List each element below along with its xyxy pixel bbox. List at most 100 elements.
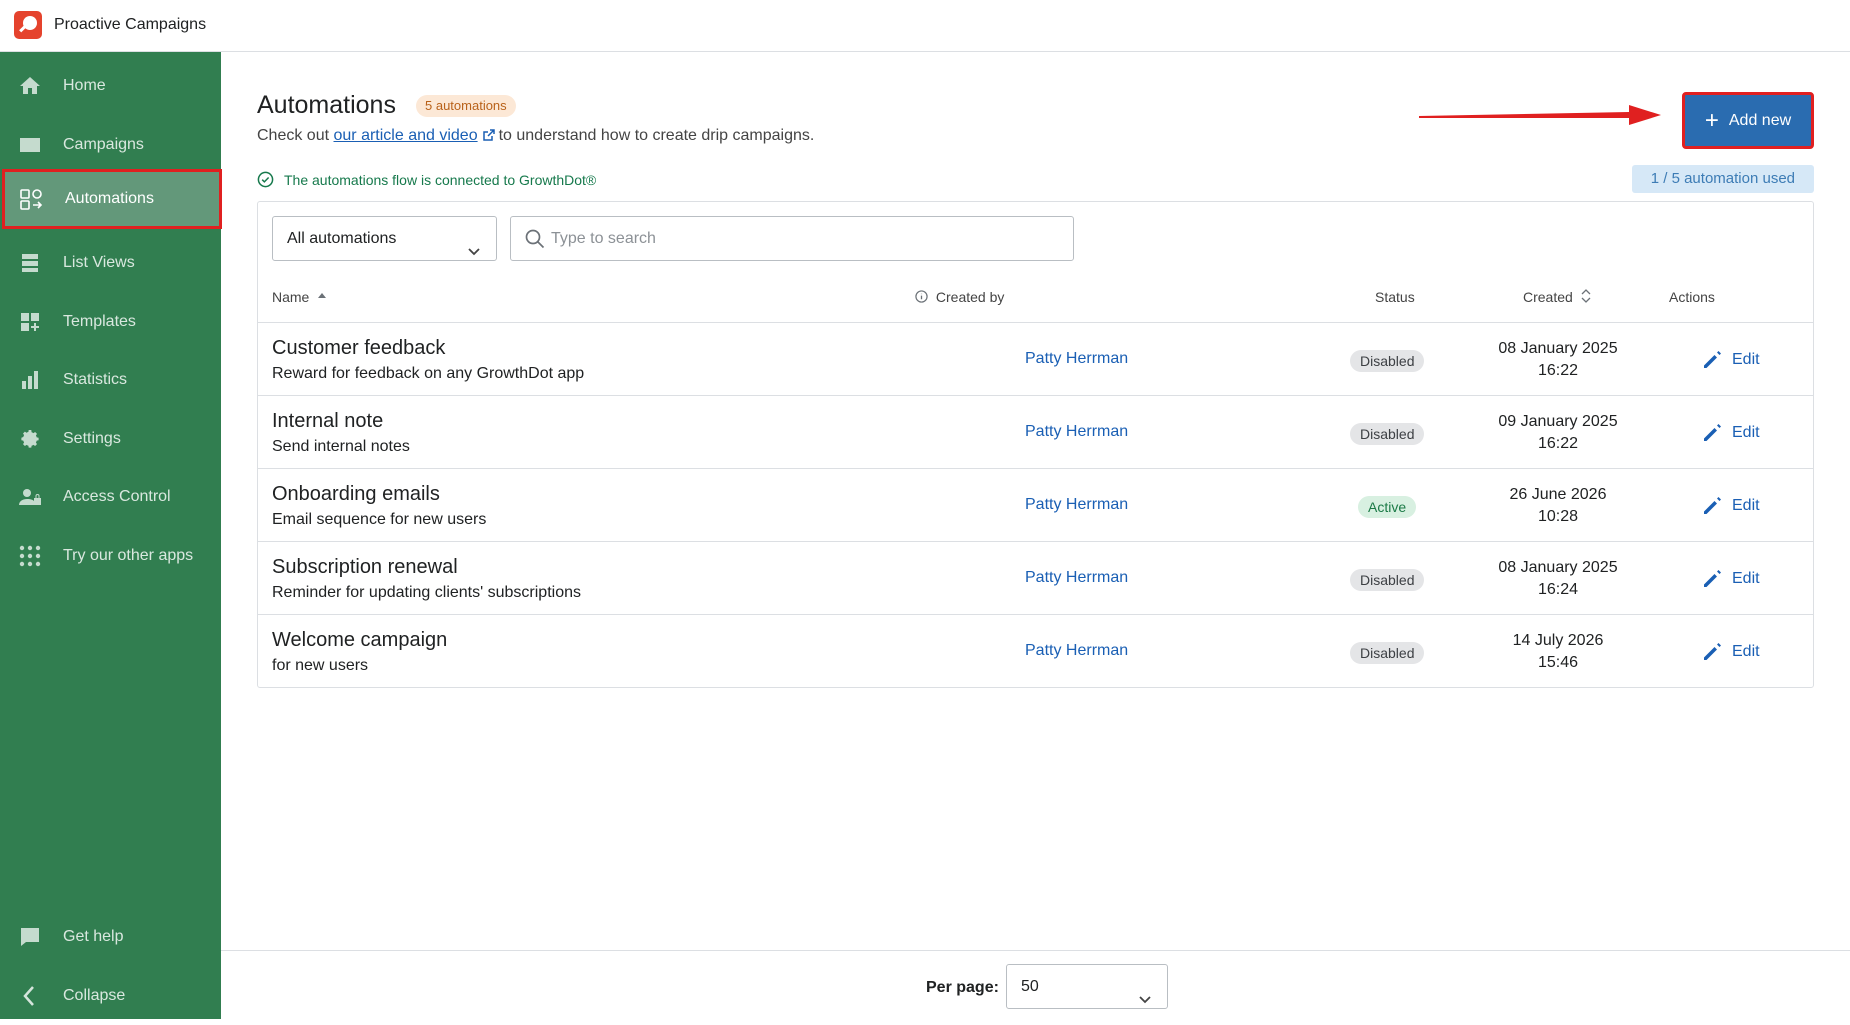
sidebar-item-templates[interactable]: Templates — [0, 293, 221, 351]
table-row[interactable]: Customer feedback Reward for feedback on… — [258, 323, 1813, 396]
apps-grid-icon — [18, 544, 42, 568]
automation-icon — [19, 187, 43, 211]
created-date-day: 14 July 2026 — [1512, 632, 1604, 649]
automation-description: Reward for feedback on any GrowthDot app — [272, 365, 585, 382]
sidebar-item-campaigns[interactable]: Campaigns — [0, 116, 221, 174]
table-row[interactable]: Onboarding emails Email sequence for new… — [258, 469, 1813, 542]
check-circle-icon — [257, 171, 274, 188]
sidebar-item-get-help[interactable]: Get help — [0, 908, 221, 966]
table-row[interactable]: Welcome campaign for new users Patty Her… — [258, 615, 1813, 688]
pencil-icon — [1704, 570, 1721, 587]
status-badge: Disabled — [1350, 642, 1425, 664]
pointer-arrow-icon — [1419, 105, 1661, 125]
sort-asc-icon — [318, 293, 327, 298]
status-badge: Disabled — [1350, 423, 1425, 445]
automation-description: Reminder for updating clients' subscript… — [272, 584, 581, 601]
plus-icon: + — [1704, 106, 1719, 134]
add-new-button[interactable]: + Add new — [1682, 92, 1814, 149]
column-name-label: Name — [272, 289, 310, 305]
created-date-time: 10:28 — [1537, 508, 1579, 525]
sidebar-item-list-views[interactable]: List Views — [0, 234, 221, 292]
sidebar-item-access-control[interactable]: Access Control — [0, 468, 221, 526]
automation-count-badge: 5 automations — [416, 95, 516, 117]
page-subtitle: Check out our article and video to unders… — [257, 127, 814, 145]
edit-label: Edit — [1732, 497, 1760, 514]
column-header-actions: Actions — [1669, 289, 1715, 305]
usage-badge: 1 / 5 automation used — [1631, 165, 1814, 193]
status-badge: Disabled — [1350, 569, 1425, 591]
sidebar: Home Campaigns Automations List Views Te… — [0, 52, 222, 1019]
created-date: 08 January 2025 16:22 — [1498, 338, 1618, 382]
sidebar-item-label: Statistics — [63, 371, 128, 388]
sidebar-item-automations[interactable]: Automations — [2, 169, 222, 229]
connection-status-text: The automations flow is connected to Gro… — [284, 171, 597, 188]
sidebar-item-settings[interactable]: Settings — [0, 410, 221, 468]
automation-name[interactable]: Onboarding emails — [272, 483, 440, 506]
sidebar-item-statistics[interactable]: Statistics — [0, 351, 221, 409]
automation-name[interactable]: Welcome campaign — [272, 629, 447, 652]
main-content: Automations 5 automations Check out our … — [221, 52, 1850, 950]
table-row[interactable]: Subscription renewal Reminder for updati… — [258, 542, 1813, 615]
add-new-label: Add new — [1728, 111, 1792, 129]
created-date-day: 08 January 2025 — [1498, 559, 1618, 576]
chat-icon — [18, 925, 42, 949]
sidebar-item-label: Campaigns — [63, 136, 144, 153]
edit-button[interactable]: Edit — [1702, 496, 1760, 516]
chevron-left-icon — [18, 984, 42, 1008]
automations-table-card: All automations Name Created by Status C… — [257, 201, 1814, 688]
sidebar-item-label: Try our other apps — [63, 547, 194, 564]
app-logo-icon — [14, 11, 42, 39]
column-header-status: Status — [1375, 289, 1415, 305]
info-icon — [915, 290, 928, 303]
automation-description: for new users — [272, 657, 369, 674]
pencil-icon — [1704, 643, 1721, 660]
edit-button[interactable]: Edit — [1702, 423, 1760, 443]
edit-label: Edit — [1732, 424, 1760, 441]
external-link-icon[interactable] — [482, 128, 495, 141]
search-input[interactable] — [551, 217, 1051, 260]
column-header-name[interactable]: Name — [272, 289, 327, 305]
created-date: 08 January 2025 16:24 — [1498, 557, 1618, 601]
created-date-day: 09 January 2025 — [1498, 413, 1618, 430]
per-page-select[interactable]: 50 — [1006, 964, 1168, 1009]
search-box[interactable] — [510, 216, 1074, 261]
created-date: 26 June 2026 10:28 — [1498, 484, 1618, 528]
edit-button[interactable]: Edit — [1702, 569, 1760, 589]
bar-chart-icon — [18, 368, 42, 392]
sidebar-item-other-apps[interactable]: Try our other apps — [0, 527, 221, 585]
user-lock-icon — [18, 485, 42, 509]
sidebar-item-collapse[interactable]: Collapse — [0, 967, 221, 1025]
automation-description: Send internal notes — [272, 438, 410, 455]
sidebar-item-home[interactable]: Home — [0, 57, 221, 115]
automation-name[interactable]: Customer feedback — [272, 337, 445, 360]
automation-name[interactable]: Subscription renewal — [272, 556, 458, 579]
creator-link[interactable]: Patty Herrman — [1025, 350, 1128, 368]
automation-name[interactable]: Internal note — [272, 410, 383, 433]
gear-icon — [18, 427, 42, 451]
sidebar-item-label: Automations — [65, 190, 154, 207]
created-date: 09 January 2025 16:22 — [1498, 411, 1618, 455]
pagination-footer: Per page: 50 — [221, 950, 1850, 1019]
subtitle-text: to understand how to create drip campaig… — [498, 127, 815, 144]
status-badge: Disabled — [1350, 350, 1425, 372]
sidebar-item-label: Get help — [63, 928, 124, 945]
creator-link[interactable]: Patty Herrman — [1025, 496, 1128, 514]
home-icon — [18, 74, 42, 98]
filter-select-value: All automations — [287, 230, 397, 247]
column-header-created[interactable]: Created — [1523, 289, 1591, 305]
sidebar-item-label: List Views — [63, 254, 135, 271]
subtitle-text: Check out — [257, 127, 330, 144]
creator-link[interactable]: Patty Herrman — [1025, 569, 1128, 587]
edit-label: Edit — [1732, 351, 1760, 368]
edit-label: Edit — [1732, 570, 1760, 587]
edit-button[interactable]: Edit — [1702, 350, 1760, 370]
article-video-link[interactable]: our article and video — [334, 127, 478, 144]
search-icon — [525, 229, 545, 249]
automation-filter-select[interactable]: All automations — [272, 216, 497, 261]
creator-link[interactable]: Patty Herrman — [1025, 642, 1128, 660]
edit-button[interactable]: Edit — [1702, 642, 1760, 662]
creator-link[interactable]: Patty Herrman — [1025, 423, 1128, 441]
created-date-time: 16:22 — [1537, 362, 1579, 379]
chevron-down-icon — [468, 231, 480, 256]
table-row[interactable]: Internal note Send internal notes Patty … — [258, 396, 1813, 469]
